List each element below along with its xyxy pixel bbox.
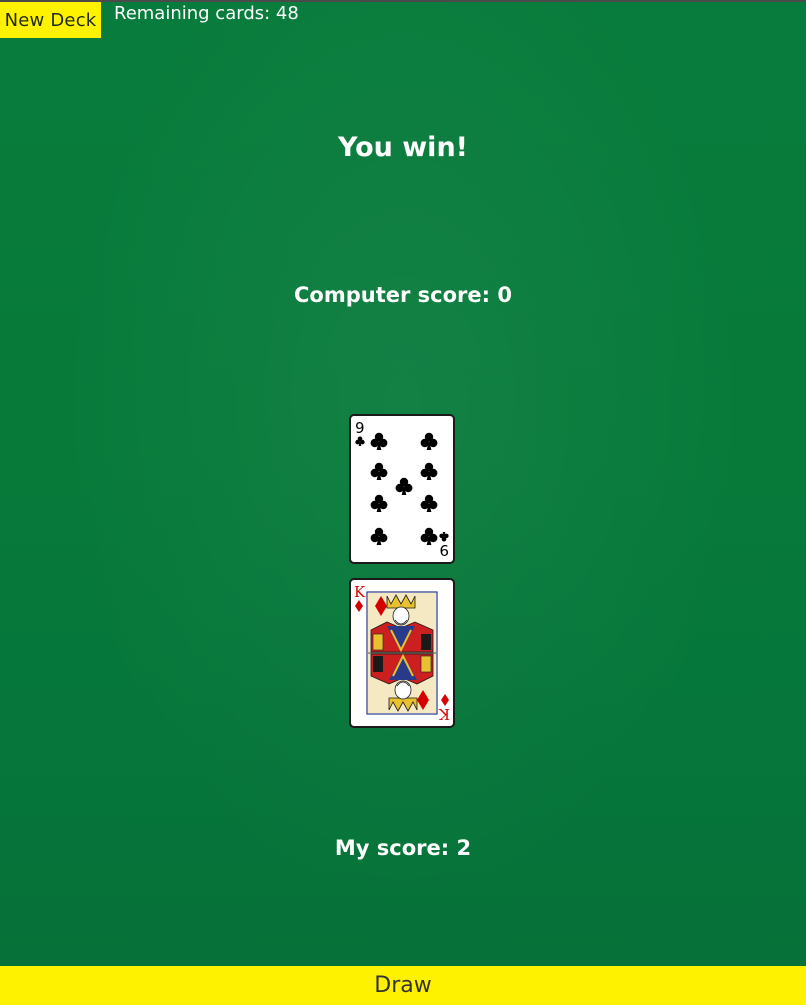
club-icon: [370, 527, 388, 545]
remaining-cards-count: Remaining cards: 48: [114, 3, 299, 24]
club-icon: [420, 494, 438, 512]
card-rank-bottom: 9: [439, 541, 449, 559]
nine-of-clubs-card-face: 9 9: [355, 419, 449, 559]
game-result-text: You win!: [338, 132, 468, 163]
club-icon: [420, 462, 438, 480]
computer-score: Computer score: 0: [294, 283, 512, 307]
diamond-icon: [441, 694, 449, 706]
card-rank-top: K: [354, 583, 366, 601]
diamond-icon: [355, 600, 363, 612]
club-icon: [395, 477, 413, 495]
club-icon: [370, 494, 388, 512]
card-rank-top: 9: [355, 419, 365, 437]
king-of-diamonds-card-face: K K: [354, 583, 450, 723]
club-icon: [370, 432, 388, 450]
club-icon: [420, 432, 438, 450]
card-rank-bottom: K: [438, 705, 450, 723]
draw-button[interactable]: Draw: [0, 966, 806, 1005]
computer-card: 9 9: [349, 414, 455, 564]
club-icon: [420, 527, 438, 545]
top-border: [0, 0, 806, 2]
my-score: My score: 2: [334, 836, 472, 860]
king-face-illustration: [366, 591, 438, 715]
club-icon: [439, 532, 449, 542]
club-icon: [370, 462, 388, 480]
new-deck-button[interactable]: New Deck: [0, 2, 101, 38]
club-icon: [355, 436, 365, 446]
player-card: K K: [349, 578, 455, 728]
